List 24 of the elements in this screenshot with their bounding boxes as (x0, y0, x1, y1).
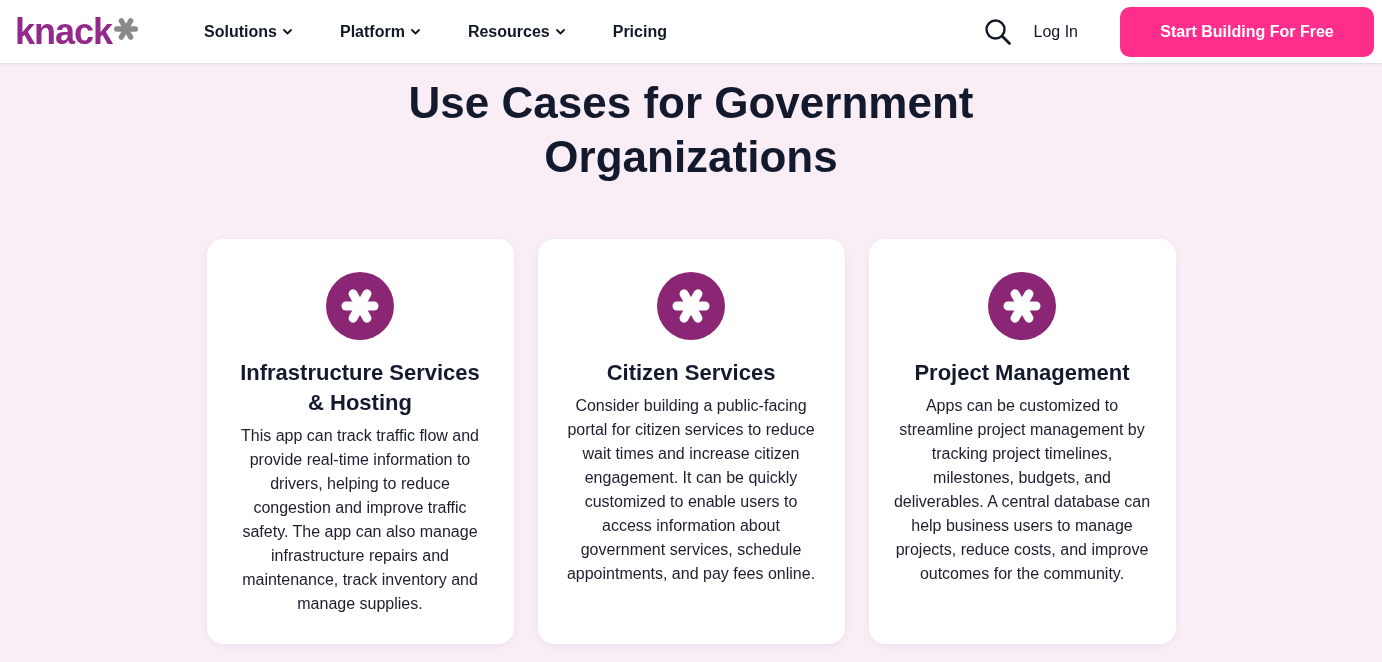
nav-menu-item[interactable]: Solutions (204, 19, 292, 44)
card-description: This app can track traffic flow and provide real-time information to drivers, helping to reduce congestion and improve traffic safety. The app can also manage infrastructure repairs and maintenance, track inventory and manage supplies. (239, 426, 480, 614)
search-button[interactable] (983, 17, 1012, 46)
chevron-down-icon (410, 28, 420, 35)
section-heading: Use Cases for Government Organizations (407, 77, 975, 183)
nav-menu-item[interactable]: Platform (339, 19, 420, 44)
login-link[interactable]: Log In (1033, 19, 1078, 44)
chevron-down-icon (282, 28, 292, 35)
logo-wordmark: knack (15, 16, 113, 47)
nav-menu-item[interactable]: Pricing (612, 19, 667, 44)
asterisk-icon (326, 272, 394, 340)
start-building-button[interactable]: Start Building For Free (1120, 6, 1374, 57)
search-icon (983, 17, 1012, 46)
card-title: Project Management (914, 359, 1130, 387)
card-title: Citizen Services (606, 359, 776, 387)
asterisk-icon (657, 272, 725, 340)
nav-menu-item[interactable]: Resources (467, 19, 565, 44)
logo-link[interactable]: knack (15, 16, 139, 47)
asterisk-logo-icon (114, 16, 139, 41)
asterisk-icon (988, 272, 1056, 340)
card-description: Consider building a public-facing portal for citizen services to reduce wait times and increase citizen engagement. It can be quickly customized to enable users to access information about government services, schedule appointments, and pay fees online. (565, 396, 817, 584)
chevron-down-icon (555, 28, 565, 35)
card-description: Apps can be customized to streamline project management by tracking project timelines, milestones, budgets, and deliverables. A central database can help business users to manage projects, reduce costs, and improve outcomes for the community. (892, 396, 1152, 584)
card-title: Infrastructure Services & Hosting (239, 359, 481, 417)
